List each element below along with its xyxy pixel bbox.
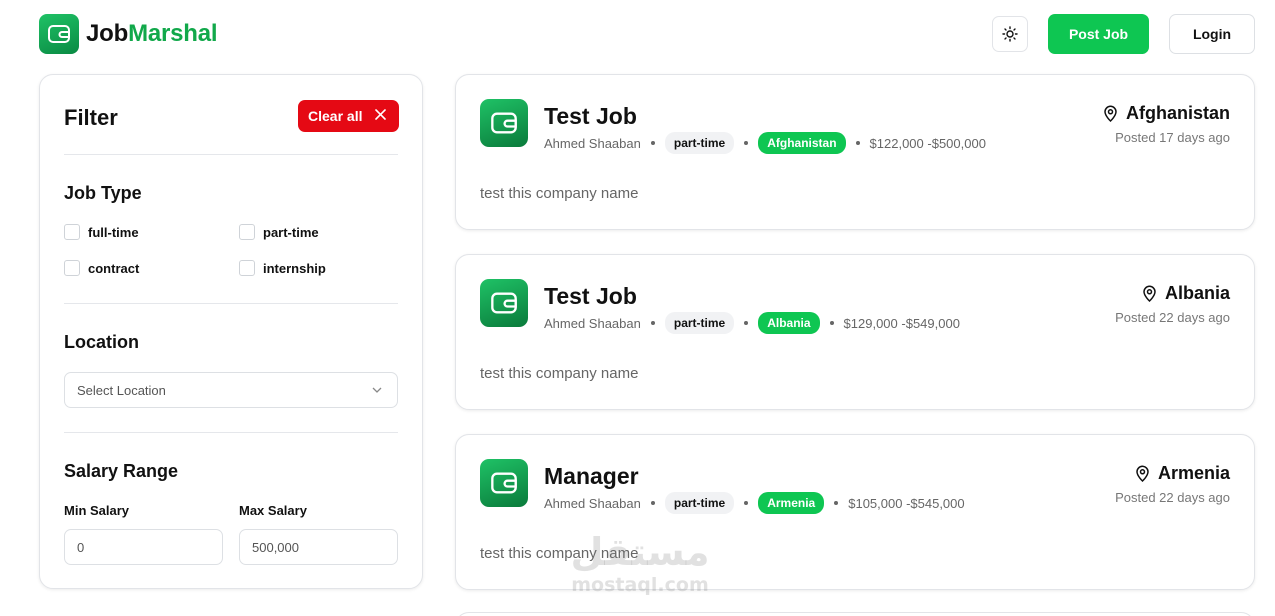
checkbox-label: full-time — [88, 224, 139, 240]
location-select[interactable]: Select Location — [64, 372, 398, 408]
filter-panel: Filter Clear all Job Type full-time part… — [39, 74, 423, 589]
map-pin-icon — [1136, 465, 1149, 482]
checkbox-internship[interactable]: internship — [239, 260, 326, 276]
job-description: test this company name — [480, 185, 639, 202]
job-title[interactable]: Test Job — [544, 103, 637, 130]
checkbox-box[interactable] — [64, 224, 80, 240]
job-meta: Ahmed Shaaban part-time Armenia $105,000… — [544, 492, 965, 514]
divider — [64, 154, 398, 155]
separator-dot — [650, 141, 655, 145]
checkbox-part-time[interactable]: part-time — [239, 224, 319, 240]
location-select-placeholder: Select Location — [77, 382, 166, 398]
job-meta: Ahmed Shaaban part-time Albania $129,000… — [544, 312, 960, 334]
job-location-label: Albania — [1164, 283, 1230, 303]
job-location: Afghanistan — [1103, 103, 1230, 124]
separator-dot — [650, 321, 655, 325]
map-pin-icon — [1104, 105, 1117, 122]
min-salary-input[interactable] — [64, 529, 223, 565]
posted-date: Posted 17 days ago — [1115, 130, 1230, 145]
login-button[interactable]: Login — [1169, 14, 1255, 54]
job-description: test this company name — [480, 545, 639, 562]
checkbox-full-time[interactable]: full-time — [64, 224, 139, 240]
separator-dot — [855, 141, 860, 145]
company-name: Ahmed Shaaban — [544, 135, 641, 151]
job-location: Armenia — [1135, 463, 1230, 484]
checkbox-label: contract — [88, 260, 140, 276]
separator-dot — [744, 321, 749, 325]
posted-date: Posted 22 days ago — [1115, 310, 1230, 325]
map-pin-icon — [1143, 285, 1156, 302]
max-salary-label: Max Salary — [239, 503, 307, 518]
salary-range: $122,000 -$500,000 — [869, 135, 986, 151]
top-navbar: JobMarshal Post Job Login — [0, 0, 1275, 70]
job-card[interactable]: Test Job Ahmed Shaaban part-time Afghani… — [455, 74, 1255, 230]
job-description: test this company name — [480, 365, 639, 382]
job-title[interactable]: Test Job — [544, 283, 637, 310]
brand-name: JobMarshal — [86, 20, 218, 48]
job-title[interactable]: Manager — [544, 463, 639, 490]
salary-range: $129,000 -$549,000 — [843, 315, 960, 331]
max-salary-input[interactable] — [239, 529, 398, 565]
checkbox-box[interactable] — [64, 260, 80, 276]
job-location: Albania — [1142, 283, 1230, 304]
divider — [64, 432, 398, 433]
theme-toggle-button[interactable] — [992, 16, 1028, 52]
chevron-down-icon — [372, 387, 382, 393]
separator-dot — [744, 501, 749, 505]
separator-dot — [829, 321, 834, 325]
separator-dot — [650, 501, 655, 505]
job-type-badge: part-time — [664, 492, 735, 514]
salary-range: $105,000 -$545,000 — [848, 495, 965, 511]
job-location-label: Afghanistan — [1125, 103, 1230, 123]
job-card[interactable]: Manager Ahmed Shaaban part-time Armenia … — [455, 434, 1255, 590]
wallet-logo-icon — [480, 279, 528, 327]
brand[interactable]: JobMarshal — [39, 14, 218, 54]
company-name: Ahmed Shaaban — [544, 495, 641, 511]
country-badge: Armenia — [758, 492, 825, 514]
job-location-label: Armenia — [1157, 463, 1230, 483]
wallet-logo-icon — [480, 459, 528, 507]
checkbox-box[interactable] — [239, 260, 255, 276]
location-title: Location — [64, 332, 139, 352]
separator-dot — [834, 501, 839, 505]
country-badge: Afghanistan — [758, 132, 846, 154]
checkbox-label: internship — [263, 260, 326, 276]
job-type-badge: part-time — [664, 132, 735, 154]
country-badge: Albania — [758, 312, 820, 334]
min-salary-label: Min Salary — [64, 503, 130, 518]
job-card-partial[interactable] — [455, 612, 1255, 616]
sun-icon — [1002, 26, 1018, 42]
posted-date: Posted 22 days ago — [1115, 490, 1230, 505]
close-icon — [375, 109, 386, 120]
company-name: Ahmed Shaaban — [544, 315, 641, 331]
clear-all-label: Clear all — [308, 108, 363, 124]
job-type-badge: part-time — [664, 312, 735, 334]
clear-all-button[interactable]: Clear all — [298, 100, 399, 132]
checkbox-contract[interactable]: contract — [64, 260, 139, 276]
brand-name-part1: Job — [86, 20, 129, 47]
separator-dot — [744, 141, 749, 145]
job-meta: Ahmed Shaaban part-time Afghanistan $122… — [544, 132, 986, 154]
brand-name-part2: Marshal — [128, 20, 218, 47]
wallet-logo-icon — [39, 14, 79, 54]
wallet-logo-icon — [480, 99, 528, 147]
salary-range-title: Salary Range — [64, 461, 179, 481]
job-type-title: Job Type — [64, 183, 142, 203]
divider — [64, 303, 398, 304]
checkbox-box[interactable] — [239, 224, 255, 240]
job-card[interactable]: Test Job Ahmed Shaaban part-time Albania… — [455, 254, 1255, 410]
post-job-button[interactable]: Post Job — [1048, 14, 1149, 54]
filter-title: Filter — [64, 105, 118, 130]
checkbox-label: part-time — [263, 224, 319, 240]
